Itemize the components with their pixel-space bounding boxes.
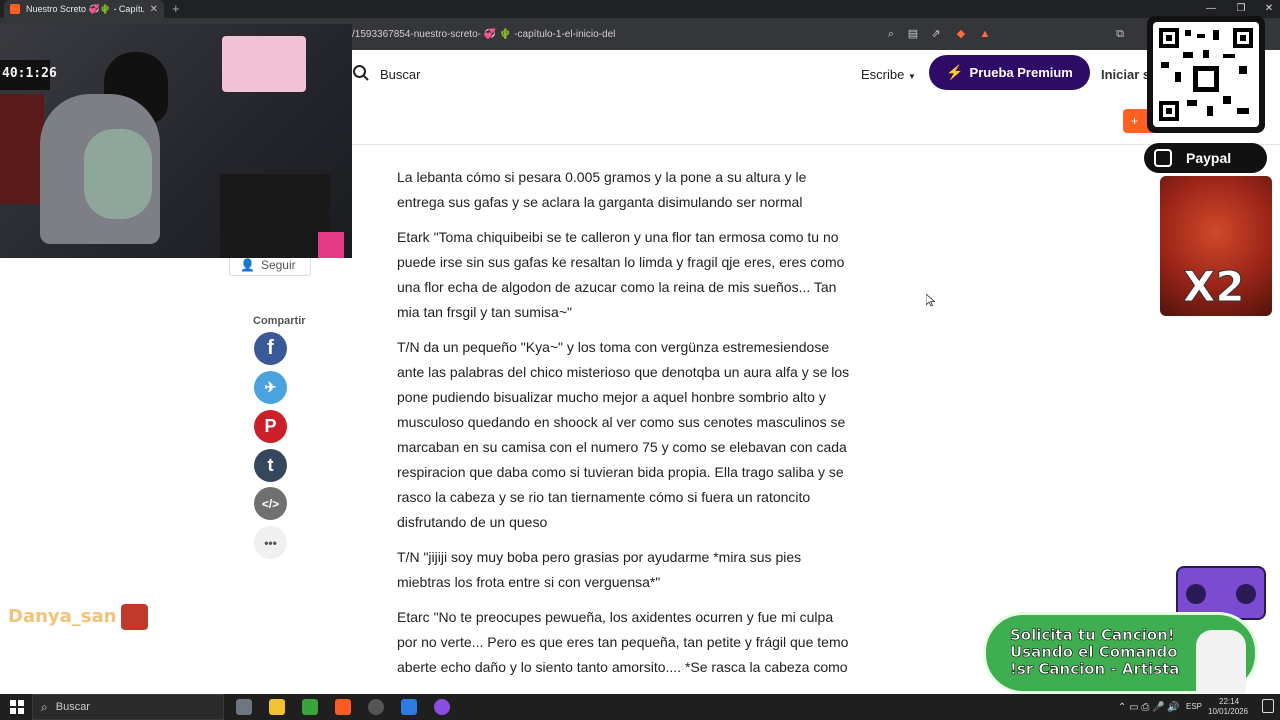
qr-code-icon [1153, 22, 1259, 127]
qr-icon [1154, 149, 1172, 167]
chair-accent [318, 232, 344, 258]
twitter-icon: ✈ [264, 379, 277, 395]
face-mask [84, 129, 152, 219]
embed-share-button[interactable]: </> [254, 487, 287, 520]
lightning-icon: ⚡ [946, 64, 964, 80]
mascot-icon [1196, 630, 1246, 694]
search-icon[interactable] [352, 64, 370, 82]
share-title: Compartir [253, 315, 306, 327]
zoom-icon[interactable]: ⌕ [884, 27, 898, 41]
site-header: Buscar Escribe ▼ ⚡ Prueba Premium Inicia… [352, 50, 1280, 145]
mouse-cursor-icon [926, 294, 935, 307]
search-link[interactable]: Buscar [380, 67, 420, 82]
file-explorer-icon[interactable] [269, 699, 285, 715]
taskbar-search-label: Buscar [55, 701, 90, 713]
paypal-label: Paypal [1186, 150, 1232, 166]
paypal-badge: Paypal [1144, 143, 1267, 173]
facebook-icon: f [267, 337, 274, 359]
poster [222, 36, 306, 92]
tab-title: Nuestro Screto 💞🌵 - Capítulo [26, 3, 144, 14]
obs-icon[interactable] [368, 699, 384, 715]
reader-icon[interactable]: ▤ [906, 27, 920, 41]
poster [0, 94, 44, 204]
browser-tab[interactable]: Nuestro Screto 💞🌵 - Capítulo ✕ [4, 0, 164, 18]
more-icon: ••• [264, 535, 277, 550]
story-paragraph: Etarc "No te preocupes pewueña, los axid… [397, 609, 849, 675]
brave-shield-icon[interactable]: ◆ [954, 27, 968, 41]
webcam-clock: 40:1:26 [0, 60, 57, 90]
add-user-icon: 👤 [240, 257, 255, 272]
meme-label: X2 [1183, 262, 1246, 312]
write-dropdown[interactable]: Escribe ▼ [861, 67, 916, 82]
webcam-overlay: 40:1:26 [0, 24, 352, 258]
qr-code-box [1147, 16, 1265, 133]
song-banner-line: Usando el Comando [1010, 643, 1178, 662]
chat-username: Danya_san [8, 606, 117, 627]
pinterest-icon: P [264, 416, 277, 436]
app-icon[interactable] [401, 699, 417, 715]
pinterest-share-button[interactable]: P [254, 410, 287, 443]
story-text: La lebanta cómo si pesara 0.005 gramos y… [397, 165, 852, 690]
premium-label: Prueba Premium [969, 65, 1073, 80]
song-banner-line: !sr Cancion - Artista [1010, 660, 1180, 679]
clock-date[interactable]: 10/01/2026 [1208, 707, 1248, 716]
taskbar: ⌕ Buscar ⌃ ▭ ⎙ 🎤 🔊 ESP 22:14 10/01/2026 [0, 694, 1280, 720]
url-text[interactable]: /1593367854-nuestro-screto- 💞 🌵 -capítul… [352, 29, 615, 40]
chat-app-icon[interactable] [434, 699, 450, 715]
chat-avatar [121, 604, 148, 630]
try-premium-button[interactable]: ⚡ Prueba Premium [929, 55, 1090, 90]
task-view-icon[interactable] [236, 699, 252, 715]
qr-pattern [1159, 28, 1253, 121]
browser-tab-bar: Nuestro Screto 💞🌵 - Capítulo ✕ + — ❐ ✕ [0, 0, 1280, 18]
story-paragraph: T/N da un pequeño "Kya~" y los toma con … [397, 339, 850, 530]
write-label: Escribe [861, 67, 905, 82]
song-banner-line: Solicita tu Cancion! [1010, 626, 1175, 645]
brave-icon[interactable] [335, 699, 351, 715]
xbox-icon[interactable] [302, 699, 318, 715]
screen: Nuestro Screto 💞🌵 - Capítulo ✕ + — ❐ ✕ /… [0, 0, 1280, 720]
tumblr-share-button[interactable]: t [254, 449, 287, 482]
twitter-share-button[interactable]: ✈ [254, 371, 287, 404]
brave-rewards-icon[interactable]: ▲ [978, 27, 992, 41]
clock-time[interactable]: 22:14 [1219, 697, 1239, 706]
facebook-share-button[interactable]: f [254, 332, 287, 365]
story-paragraph: La lebanta cómo si pesara 0.005 gramos y… [397, 169, 807, 210]
wattpad-favicon-icon [10, 4, 20, 14]
login-link[interactable]: Iniciar s [1101, 67, 1150, 82]
story-paragraph: T/N "jijiji soy muy boba pero grasias po… [397, 549, 802, 590]
notification-icon[interactable] [1262, 699, 1274, 713]
caret-down-icon: ▼ [907, 72, 916, 81]
windows-start-icon[interactable] [10, 700, 24, 714]
embed-icon: </> [261, 496, 280, 511]
language-indicator[interactable]: ESP [1186, 702, 1202, 711]
close-tab-icon[interactable]: ✕ [150, 4, 158, 15]
new-tab-icon[interactable]: + [172, 1, 180, 16]
taskbar-search[interactable]: ⌕ Buscar [32, 694, 224, 720]
story-paragraph: Etark "Toma chiquibeibi se te calleron y… [397, 229, 845, 320]
tray-icons[interactable]: ⌃ ▭ ⎙ 🎤 🔊 [1118, 702, 1180, 713]
extensions-icon[interactable]: ⧉ [1113, 27, 1127, 41]
follow-label: Seguir [260, 257, 296, 272]
more-share-button[interactable]: ••• [254, 526, 287, 559]
share-page-icon[interactable]: ⇗ [929, 27, 943, 41]
tumblr-icon: t [267, 455, 274, 475]
chair [220, 174, 330, 258]
search-icon: ⌕ [41, 699, 48, 714]
